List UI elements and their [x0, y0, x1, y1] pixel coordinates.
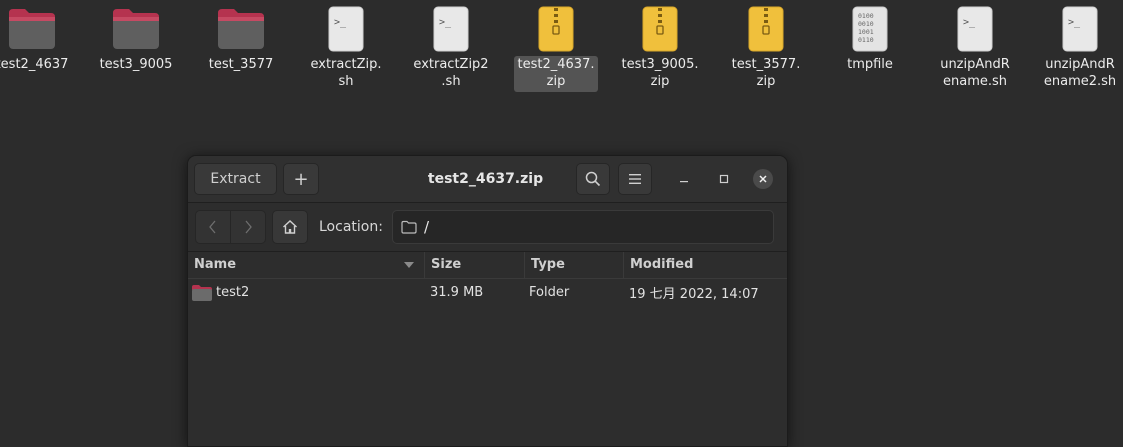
desktop-icon-label: test3_9005. zip	[621, 57, 699, 89]
desktop-icon-test-3577-zip[interactable]: test_3577. zip	[720, 4, 812, 92]
column-size-label: Size	[431, 257, 462, 272]
folder-icon	[113, 9, 159, 49]
add-files-button[interactable]: +	[283, 163, 319, 195]
desktop: test2_4637 test3_9005 test_3577 >_ extra…	[0, 0, 1123, 447]
folder-icon	[218, 9, 264, 49]
home-button[interactable]	[272, 210, 308, 244]
desktop-icon-test2-4637-zip[interactable]: test2_4637. zip	[510, 4, 602, 92]
location-label: Location:	[319, 219, 383, 235]
desktop-icon-label: test_3577. zip	[731, 57, 801, 89]
script-icon: >_	[433, 6, 469, 52]
desktop-icon-test-3577-folder[interactable]: test_3577	[195, 4, 287, 75]
file-list: test2 31.9 MB Folder 19 七月 2022, 14:07	[188, 279, 787, 446]
script-icon: >_	[1062, 6, 1098, 52]
row-name: test2	[216, 285, 250, 300]
desktop-icon-test3-9005-zip[interactable]: test3_9005. zip	[614, 4, 706, 92]
desktop-icon-label: test3_9005	[99, 57, 173, 72]
binary-file-icon: 0100 0010 1001 0110	[852, 6, 888, 52]
desktop-icon-label: unzipAndR ename2.sh	[1043, 57, 1117, 89]
row-type: Folder	[529, 285, 570, 300]
desktop-icon-label: extractZip2 .sh	[413, 57, 489, 89]
column-header-name[interactable]: Name	[188, 252, 424, 278]
window-title: test2_4637.zip	[427, 171, 544, 187]
desktop-icon-extractzip2-sh[interactable]: >_ extractZip2 .sh	[405, 4, 497, 92]
chevron-left-icon	[209, 220, 216, 234]
column-type-label: Type	[531, 257, 565, 272]
column-modified-label: Modified	[630, 257, 694, 272]
navigation-buttons	[195, 210, 266, 244]
extract-button[interactable]: Extract	[194, 163, 277, 195]
desktop-icon-label: tmpfile	[847, 57, 893, 72]
archive-manager-window: Extract + test2_4637.zip Location: / Nam…	[187, 155, 788, 447]
column-header-modified[interactable]: Modified	[623, 252, 787, 278]
desktop-icon-label: test_3577	[208, 57, 274, 72]
svg-text:>_: >_	[334, 17, 347, 28]
file-list-header: Name Size Type Modified	[188, 252, 787, 279]
svg-text:>_: >_	[1068, 17, 1081, 28]
row-modified: 19 七月 2022, 14:07	[629, 287, 759, 302]
location-bar: Location: /	[188, 203, 787, 252]
desktop-icon-unzipandrename-sh[interactable]: >_ unzipAndR ename.sh	[929, 4, 1021, 92]
folder-icon	[192, 285, 212, 301]
script-icon: >_	[328, 6, 364, 52]
location-field[interactable]: /	[392, 210, 774, 244]
desktop-icon-label: test2_4637. zip	[513, 56, 599, 92]
svg-text:>_: >_	[963, 17, 976, 28]
desktop-icon-label: unzipAndR ename.sh	[940, 57, 1010, 89]
maximize-button[interactable]	[714, 169, 734, 189]
desktop-icon-extractzip-sh[interactable]: >_ extractZip. sh	[300, 4, 392, 92]
sort-descending-icon	[404, 262, 414, 268]
row-size: 31.9 MB	[430, 285, 484, 300]
svg-text:0010: 0010	[858, 20, 874, 28]
close-button[interactable]	[753, 169, 773, 189]
minimize-icon	[680, 181, 688, 183]
desktop-icon-label: test2_4637	[0, 57, 69, 72]
chevron-right-icon	[245, 220, 252, 234]
maximize-icon	[719, 174, 729, 184]
home-icon	[283, 220, 297, 234]
folder-outline-icon	[401, 220, 417, 234]
location-path: /	[424, 218, 430, 236]
svg-text:>_: >_	[439, 17, 452, 28]
desktop-icon-test2-4637-folder[interactable]: test2_4637	[0, 4, 78, 75]
zip-archive-icon	[642, 6, 678, 52]
header-bar: Extract + test2_4637.zip	[188, 156, 787, 203]
table-row[interactable]: test2 31.9 MB Folder 19 七月 2022, 14:07	[188, 279, 787, 307]
zip-archive-icon	[538, 6, 574, 52]
minimize-button[interactable]	[674, 169, 694, 189]
script-icon: >_	[957, 6, 993, 52]
column-header-type[interactable]: Type	[524, 252, 623, 278]
column-header-size[interactable]: Size	[424, 252, 524, 278]
column-name-label: Name	[194, 257, 237, 272]
hamburger-menu-icon	[629, 174, 641, 184]
svg-text:0100: 0100	[858, 12, 874, 20]
search-icon	[585, 171, 601, 187]
svg-text:0110: 0110	[858, 36, 874, 44]
back-button[interactable]	[196, 211, 230, 243]
desktop-icon-test3-9005-folder[interactable]: test3_9005	[90, 4, 182, 75]
svg-text:1001: 1001	[858, 28, 874, 36]
desktop-icon-label: extractZip. sh	[310, 57, 382, 89]
menu-button[interactable]	[618, 163, 652, 195]
zip-archive-icon	[748, 6, 784, 52]
folder-icon	[9, 9, 55, 49]
desktop-icon-tmpfile[interactable]: 0100 0010 1001 0110 tmpfile	[824, 4, 916, 75]
close-icon	[759, 175, 767, 183]
forward-button[interactable]	[230, 211, 265, 243]
search-button[interactable]	[576, 163, 610, 195]
desktop-icon-unzipandrename2-sh[interactable]: >_ unzipAndR ename2.sh	[1034, 4, 1123, 92]
